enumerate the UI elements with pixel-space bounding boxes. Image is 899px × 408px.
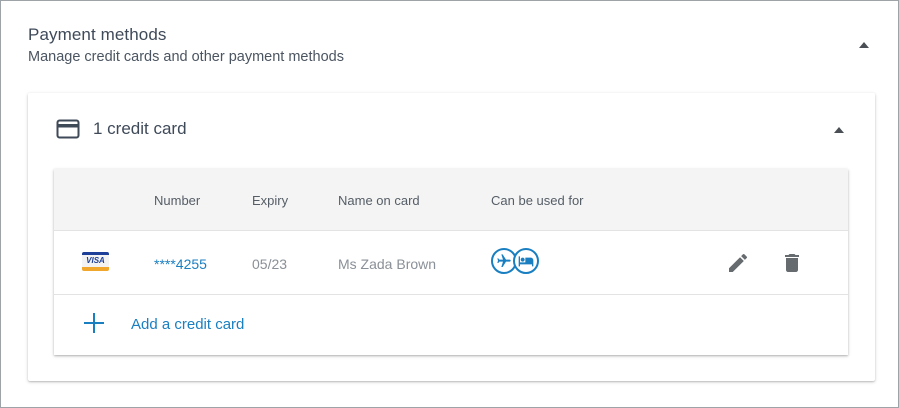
credit-cards-card: 1 credit card Number Expiry Name on card… bbox=[28, 93, 875, 381]
visa-card-logo: VISA bbox=[82, 252, 109, 271]
card-brand: VISA bbox=[86, 256, 105, 265]
edit-pencil-icon[interactable] bbox=[726, 251, 750, 275]
plus-icon bbox=[84, 313, 104, 333]
collapse-section-icon[interactable] bbox=[859, 42, 869, 48]
credit-cards-count-title: 1 credit card bbox=[93, 119, 187, 138]
add-credit-card-label: Add a credit card bbox=[131, 316, 245, 333]
add-credit-card-button[interactable]: Add a credit card bbox=[54, 295, 848, 355]
credit-cards-table: Number Expiry Name on card Can be used f… bbox=[54, 169, 848, 355]
delete-trash-icon[interactable] bbox=[780, 251, 804, 275]
column-name-on-card: Name on card bbox=[338, 193, 420, 208]
column-expiry: Expiry bbox=[252, 193, 289, 208]
payment-methods-panel: Payment methods Manage credit cards and … bbox=[0, 0, 899, 408]
credit-cards-header: 1 credit card bbox=[56, 119, 187, 139]
section-header: Payment methods Manage credit cards and … bbox=[28, 25, 344, 65]
card-expiry: 05/23 bbox=[252, 256, 288, 272]
column-number: Number bbox=[154, 193, 201, 208]
hotel-bed-icon bbox=[513, 248, 539, 274]
card-number-link[interactable]: ****4255 bbox=[154, 256, 207, 272]
table-header: Number Expiry Name on card Can be used f… bbox=[54, 169, 848, 231]
section-subtitle: Manage credit cards and other payment me… bbox=[28, 49, 344, 65]
credit-card-icon bbox=[56, 119, 80, 139]
card-holder-name: Ms Zada Brown bbox=[338, 256, 437, 272]
usage-badges bbox=[491, 248, 539, 274]
section-title: Payment methods bbox=[28, 25, 167, 44]
column-can-be-used-for: Can be used for bbox=[491, 193, 584, 208]
collapse-credit-cards-icon[interactable] bbox=[834, 127, 844, 133]
table-row: VISA ****4255 05/23 Ms Zada Brown bbox=[54, 231, 848, 295]
